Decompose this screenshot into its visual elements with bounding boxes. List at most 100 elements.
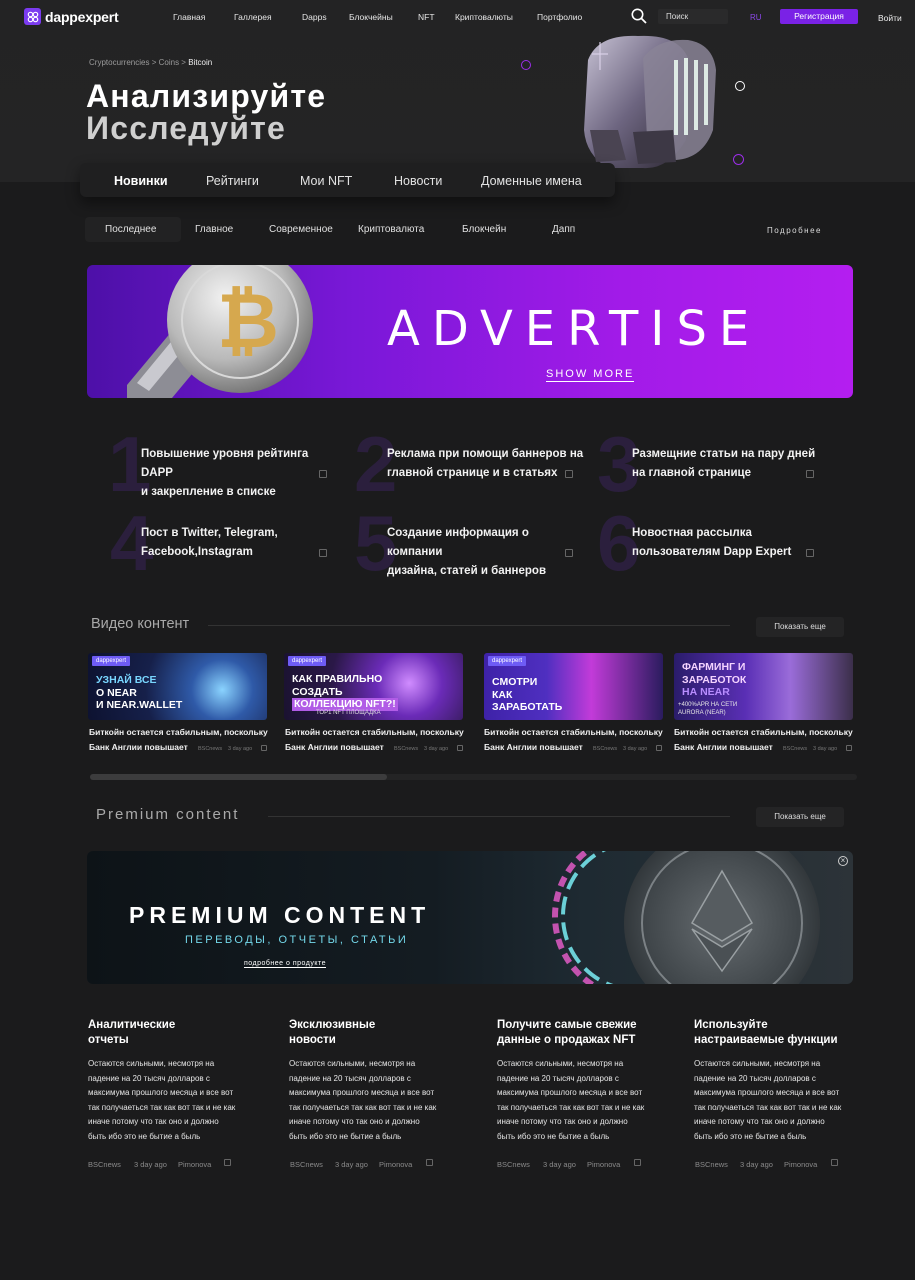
feature-author: Pimonova bbox=[178, 1160, 212, 1169]
nav-dapps[interactable]: Dapps bbox=[302, 12, 327, 22]
sub-tab-main[interactable]: Главное bbox=[195, 224, 233, 235]
advertise-banner[interactable]: ₿ ADVERTISE SHOW MORE bbox=[87, 265, 853, 398]
video-headline: ФАРМИНГ И ЗАРАБОТОК НА NEAR bbox=[682, 661, 747, 698]
service-item[interactable]: Повышение уровня рейтинга DAPP и закрепле… bbox=[141, 445, 341, 502]
feature-title: Эксклюзивные новости bbox=[289, 1019, 376, 1046]
nav-blockchains[interactable]: Блокчейны bbox=[349, 12, 393, 22]
external-link-icon[interactable] bbox=[457, 745, 463, 751]
video-footnote: +400%APR НА СЕТИ AURORA (NEAR) bbox=[678, 702, 738, 716]
login-link[interactable]: Войти bbox=[878, 13, 902, 23]
video-time: 3 day ago bbox=[228, 746, 253, 752]
feature-time: 3 day ago bbox=[543, 1160, 576, 1169]
language-switch[interactable]: RU bbox=[750, 13, 762, 22]
search-input[interactable]: Поиск bbox=[658, 9, 728, 24]
sub-tabs-more-link[interactable]: Подробнее bbox=[767, 226, 822, 235]
nav-portfolio[interactable]: Портфолио bbox=[537, 12, 582, 22]
feature-author: Pimonova bbox=[587, 1160, 621, 1169]
external-link-icon[interactable] bbox=[565, 549, 573, 557]
external-link-icon[interactable] bbox=[634, 1159, 641, 1166]
decor-circle bbox=[735, 81, 745, 91]
svg-text:₿: ₿ bbox=[217, 276, 279, 365]
tab-domains[interactable]: Доменные имена bbox=[481, 174, 582, 188]
premium-banner-title: PREMIUM CONTENT bbox=[129, 902, 431, 928]
nav-gallery[interactable]: Галлерея bbox=[234, 12, 272, 22]
tab-my-nft[interactable]: Мои NFT bbox=[300, 174, 352, 188]
advertise-show-more-link[interactable]: SHOW MORE bbox=[546, 368, 635, 382]
advertise-title: ADVERTISE bbox=[387, 301, 762, 357]
video-tag: dappexpert bbox=[92, 656, 131, 666]
feature-title: Аналитические отчеты bbox=[88, 1019, 176, 1046]
bitcoin-coin-image: ₿ bbox=[127, 265, 313, 398]
feature-source: BSCnews bbox=[497, 1160, 530, 1169]
video-footnote: ТОР1 NFT ПЛОЩАДКА bbox=[316, 710, 381, 716]
external-link-icon[interactable] bbox=[261, 745, 267, 751]
video-section-title: Видео контент bbox=[91, 616, 190, 632]
nav-crypto[interactable]: Криптовалюты bbox=[455, 12, 513, 22]
breadcrumb-coins[interactable]: Coins bbox=[159, 58, 179, 67]
decor-circle bbox=[733, 154, 744, 165]
external-link-icon[interactable] bbox=[846, 745, 852, 751]
nav-nft[interactable]: NFT bbox=[418, 12, 435, 22]
external-link-icon[interactable] bbox=[319, 470, 327, 478]
logo-icon bbox=[24, 8, 41, 25]
register-button[interactable]: Регистрация bbox=[780, 9, 858, 24]
external-link-icon[interactable] bbox=[224, 1159, 231, 1166]
feature-source: BSCnews bbox=[88, 1160, 121, 1169]
video-card-4[interactable]: ФАРМИНГ И ЗАРАБОТОК НА NEAR +400%APR НА СЕ… bbox=[674, 653, 853, 720]
video-card-3[interactable]: dappexpert СМОТРИ КАК ЗАРАБОТАТЬ bbox=[484, 653, 663, 720]
close-icon[interactable]: × bbox=[838, 856, 848, 866]
sub-tab-modern[interactable]: Современное bbox=[269, 224, 333, 235]
external-link-icon[interactable] bbox=[426, 1159, 433, 1166]
sub-tab-dapp[interactable]: Дапп bbox=[552, 224, 575, 235]
video-card-2[interactable]: dappexpert КАК ПРАВИЛЬНО СОЗДАТЬ КОЛЛЕКЦИЮ… bbox=[284, 653, 463, 720]
video-source: BSCnews bbox=[394, 746, 419, 752]
tab-ratings[interactable]: Рейтинги bbox=[206, 174, 259, 188]
feature-author: Pimonova bbox=[379, 1160, 413, 1169]
search-icon[interactable] bbox=[631, 8, 647, 29]
feature-body: Остаются сильными, несмотря на падение на… bbox=[88, 1059, 236, 1141]
service-item[interactable]: Пост в Twitter, Telegram, Facebook,Instag… bbox=[141, 524, 341, 562]
tab-news[interactable]: Новости bbox=[394, 174, 442, 188]
sub-tab-crypto[interactable]: Криптовалюта bbox=[358, 224, 424, 235]
feature-title: Получите самые свежие данные о продажах N… bbox=[497, 1019, 637, 1046]
video-scrollbar-thumb[interactable] bbox=[90, 774, 387, 780]
external-link-icon[interactable] bbox=[319, 549, 327, 557]
nav-home[interactable]: Главная bbox=[173, 12, 205, 22]
premium-banner-more-link[interactable]: подробнее о продукте bbox=[244, 960, 327, 968]
service-item[interactable]: Создание информация о компании дизайна, с… bbox=[387, 524, 587, 581]
breadcrumb-cryptocurrencies[interactable]: Cryptocurrencies bbox=[89, 58, 149, 67]
external-link-icon[interactable] bbox=[806, 470, 814, 478]
tab-new[interactable]: Новинки bbox=[114, 174, 168, 188]
premium-show-more-button[interactable]: Показать еще bbox=[756, 807, 844, 827]
section-divider bbox=[208, 625, 730, 626]
feature-source: BSCnews bbox=[695, 1160, 728, 1169]
video-source: BSCnews bbox=[783, 746, 808, 752]
page: dappexpert Главная Галлерея Dapps Блокче… bbox=[0, 0, 915, 1280]
feature-title: Используйте настраиваемые функции bbox=[694, 1019, 838, 1046]
feature-body: Остаются сильными, несмотря на падение на… bbox=[497, 1059, 645, 1141]
feature-author: Pimonova bbox=[784, 1160, 818, 1169]
service-item[interactable]: Реклама при помощи баннеров на главной ст… bbox=[387, 445, 587, 483]
external-link-icon[interactable] bbox=[565, 470, 573, 478]
service-item[interactable]: Размещние статьи на пару дней на главной … bbox=[632, 445, 832, 483]
logo[interactable]: dappexpert bbox=[24, 8, 119, 25]
premium-banner[interactable]: PREMIUM CONTENT ПЕРЕВОДЫ, ОТЧЕТЫ, СТАТЬИ… bbox=[87, 851, 853, 984]
hero-title-line2: Исследуйте bbox=[86, 110, 286, 146]
service-item[interactable]: Новостная рассылка пользователям Dapp Exp… bbox=[632, 524, 832, 562]
video-show-more-button[interactable]: Показать еще bbox=[756, 617, 844, 637]
external-link-icon[interactable] bbox=[806, 549, 814, 557]
sub-tab-blockchain[interactable]: Блокчейн bbox=[462, 224, 506, 235]
video-headline: УЗНАЙ ВСЕ О NEAR И NEAR.WALLET bbox=[96, 674, 183, 711]
external-link-icon[interactable] bbox=[831, 1159, 838, 1166]
video-source: BSCnews bbox=[593, 746, 618, 752]
video-time: 3 day ago bbox=[424, 746, 449, 752]
ethereum-coin-image bbox=[552, 851, 820, 984]
video-source: BSCnews bbox=[198, 746, 223, 752]
feature-body: Остаются сильными, несмотря на падение на… bbox=[694, 1059, 842, 1141]
hero-skull-image bbox=[548, 30, 738, 180]
sub-tab-latest[interactable]: Последнее bbox=[105, 224, 156, 235]
external-link-icon[interactable] bbox=[656, 745, 662, 751]
premium-banner-subtitle: ПЕРЕВОДЫ, ОТЧЕТЫ, СТАТЬИ bbox=[185, 934, 409, 946]
video-card-1[interactable]: dappexpert УЗНАЙ ВСЕ О NEAR И NEAR.WALLET bbox=[88, 653, 267, 720]
feature-time: 3 day ago bbox=[335, 1160, 368, 1169]
